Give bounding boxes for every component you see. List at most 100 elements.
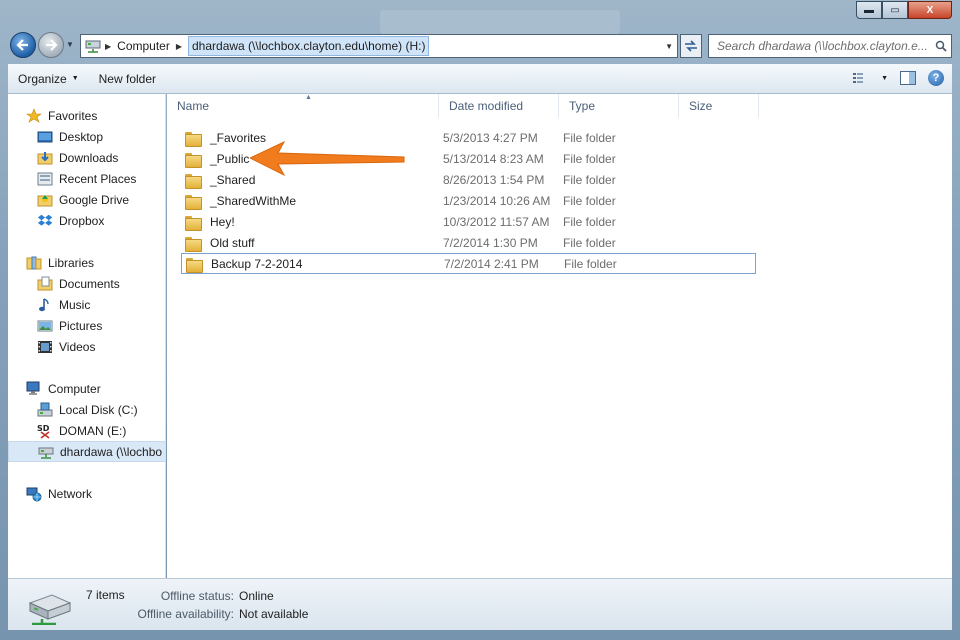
address-bar[interactable]: ▶ Computer ▶ dhardawa (\\lochbox.clayton… xyxy=(80,34,678,58)
file-type: File folder xyxy=(563,214,616,229)
column-headers: Name ▲ Date modified Type Size xyxy=(167,94,952,118)
google-drive-icon xyxy=(37,194,53,206)
network-drive-large-icon xyxy=(28,594,72,625)
refresh-icon xyxy=(685,40,697,52)
column-header-size[interactable]: Size xyxy=(679,94,759,118)
sd-card-icon: SD xyxy=(37,424,50,439)
search-placeholder: Search dhardawa (\\lochbox.clayton.e... xyxy=(717,39,928,53)
sort-ascending-icon: ▲ xyxy=(305,94,312,101)
sidebar-item-pictures[interactable]: Pictures xyxy=(8,315,165,336)
computer-group: Computer Local Disk (C:) SD DOMAN (E:) d… xyxy=(8,378,165,462)
folder-icon xyxy=(185,236,202,252)
network-drive-icon xyxy=(38,447,54,459)
sidebar-item-google-drive[interactable]: Google Drive xyxy=(8,189,165,210)
file-name: Hey! xyxy=(210,214,235,229)
navigation-bar: ▼ ▶ Computer ▶ dhardawa (\\lochbox.clayt… xyxy=(8,32,952,60)
breadcrumb-computer[interactable]: Computer xyxy=(113,35,174,57)
preview-pane-icon xyxy=(900,71,916,85)
sidebar-item-dhardawa[interactable]: dhardawa (\\lochbo xyxy=(8,441,165,462)
close-button[interactable]: X xyxy=(908,1,952,19)
sidebar-item-computer[interactable]: Computer xyxy=(8,378,165,399)
sidebar-item-libraries[interactable]: Libraries xyxy=(8,252,165,273)
preview-pane-button[interactable] xyxy=(898,68,918,88)
minimize-button[interactable]: ▬ xyxy=(856,1,882,19)
back-arrow-icon xyxy=(16,39,28,51)
address-path-text[interactable]: dhardawa (\\lochbox.clayton.edu\home) (H… xyxy=(188,36,430,56)
column-header-name[interactable]: Name ▲ xyxy=(167,94,439,118)
folder-icon xyxy=(186,257,203,273)
svg-text:SD: SD xyxy=(37,424,50,433)
maximize-button[interactable]: ▭ xyxy=(882,1,908,19)
new-folder-button[interactable]: New folder xyxy=(89,68,166,90)
file-type: File folder xyxy=(563,193,616,208)
offline-availability-label: Offline availability: xyxy=(137,607,235,621)
navigation-pane: Favorites Desktop Downloads Recent Place… xyxy=(8,94,166,578)
videos-icon xyxy=(38,340,52,353)
file-row-hey[interactable]: Hey! 10/3/2012 11:57 AM File folder xyxy=(181,211,756,232)
refresh-button[interactable] xyxy=(680,34,702,58)
recent-pages-dropdown[interactable]: ▼ xyxy=(66,40,78,52)
file-type: File folder xyxy=(564,256,617,271)
favorites-group: Favorites Desktop Downloads Recent Place… xyxy=(8,105,165,231)
folder-icon xyxy=(185,152,202,168)
sidebar-item-doman[interactable]: SD DOMAN (E:) xyxy=(8,420,165,441)
forward-button[interactable] xyxy=(38,32,64,58)
address-dropdown-icon[interactable]: ▼ xyxy=(665,42,673,51)
sidebar-item-dropbox[interactable]: Dropbox xyxy=(8,210,165,231)
file-name: Old stuff xyxy=(210,235,255,250)
file-name: Backup 7-2-2014 xyxy=(211,256,303,271)
file-row-old-stuff[interactable]: Old stuff 7/2/2014 1:30 PM File folder xyxy=(181,232,756,253)
caption-buttons: ▬ ▭ X xyxy=(856,1,952,19)
sidebar-item-recent-places[interactable]: Recent Places xyxy=(8,168,165,189)
sidebar-item-desktop[interactable]: Desktop xyxy=(8,126,165,147)
hard-disk-icon xyxy=(37,402,53,416)
star-icon xyxy=(26,107,42,123)
column-header-type[interactable]: Type xyxy=(559,94,679,118)
sidebar-item-documents[interactable]: Documents xyxy=(8,273,165,294)
back-button[interactable] xyxy=(10,32,36,58)
column-header-date-modified[interactable]: Date modified xyxy=(439,94,559,118)
file-date: 10/3/2012 11:57 AM xyxy=(443,214,550,229)
file-row-sharedwithme[interactable]: _SharedWithMe 1/23/2014 10:26 AM File fo… xyxy=(181,190,756,211)
details-pane: 7 items Offline status: Online Offline a… xyxy=(8,578,952,630)
recent-places-icon xyxy=(37,172,53,185)
sidebar-item-network[interactable]: Network xyxy=(8,483,165,504)
network-icon xyxy=(26,487,42,501)
file-date: 1/23/2014 10:26 AM xyxy=(443,193,551,208)
desktop-icon xyxy=(37,131,53,142)
search-input[interactable]: Search dhardawa (\\lochbox.clayton.e... xyxy=(708,34,952,58)
breadcrumb-separator-icon[interactable]: ▶ xyxy=(174,42,184,51)
sidebar-item-local-disk[interactable]: Local Disk (C:) xyxy=(8,399,165,420)
file-type: File folder xyxy=(563,235,616,250)
sidebar-item-videos[interactable]: Videos xyxy=(8,336,165,357)
sidebar-item-downloads[interactable]: Downloads xyxy=(8,147,165,168)
folder-icon xyxy=(185,131,202,147)
view-list-icon xyxy=(853,73,864,83)
organize-label: Organize xyxy=(18,71,67,86)
file-name: _Shared xyxy=(210,172,256,187)
folder-icon xyxy=(185,194,202,210)
file-date: 7/2/2014 1:30 PM xyxy=(443,235,538,250)
annotation-arrow-icon xyxy=(250,140,405,177)
search-icon[interactable] xyxy=(935,40,947,52)
documents-icon xyxy=(37,276,53,290)
network-drive-icon xyxy=(85,39,103,53)
help-icon[interactable]: ? xyxy=(928,70,944,86)
libraries-group: Libraries Documents Music Pictures Video… xyxy=(8,252,165,357)
sidebar-item-music[interactable]: Music xyxy=(8,294,165,315)
pictures-icon xyxy=(37,320,53,331)
change-view-button[interactable] xyxy=(851,68,871,88)
forward-arrow-icon xyxy=(46,39,58,51)
offline-availability-value: Not available xyxy=(239,607,309,621)
view-options-chevron-icon[interactable]: ▼ xyxy=(881,75,888,82)
organize-button[interactable]: Organize ▼ xyxy=(8,68,89,90)
chevron-down-icon: ▼ xyxy=(71,75,79,82)
music-note-icon xyxy=(39,297,49,311)
file-row-backup[interactable]: Backup 7-2-2014 7/2/2014 2:41 PM File fo… xyxy=(181,253,756,274)
offline-status-value: Online xyxy=(239,589,274,603)
breadcrumb-separator-icon[interactable]: ▶ xyxy=(103,42,113,51)
dropbox-icon xyxy=(37,214,53,226)
file-date: 7/2/2014 2:41 PM xyxy=(444,256,539,271)
sidebar-item-favorites[interactable]: Favorites xyxy=(8,105,165,126)
downloads-folder-icon xyxy=(37,151,53,164)
